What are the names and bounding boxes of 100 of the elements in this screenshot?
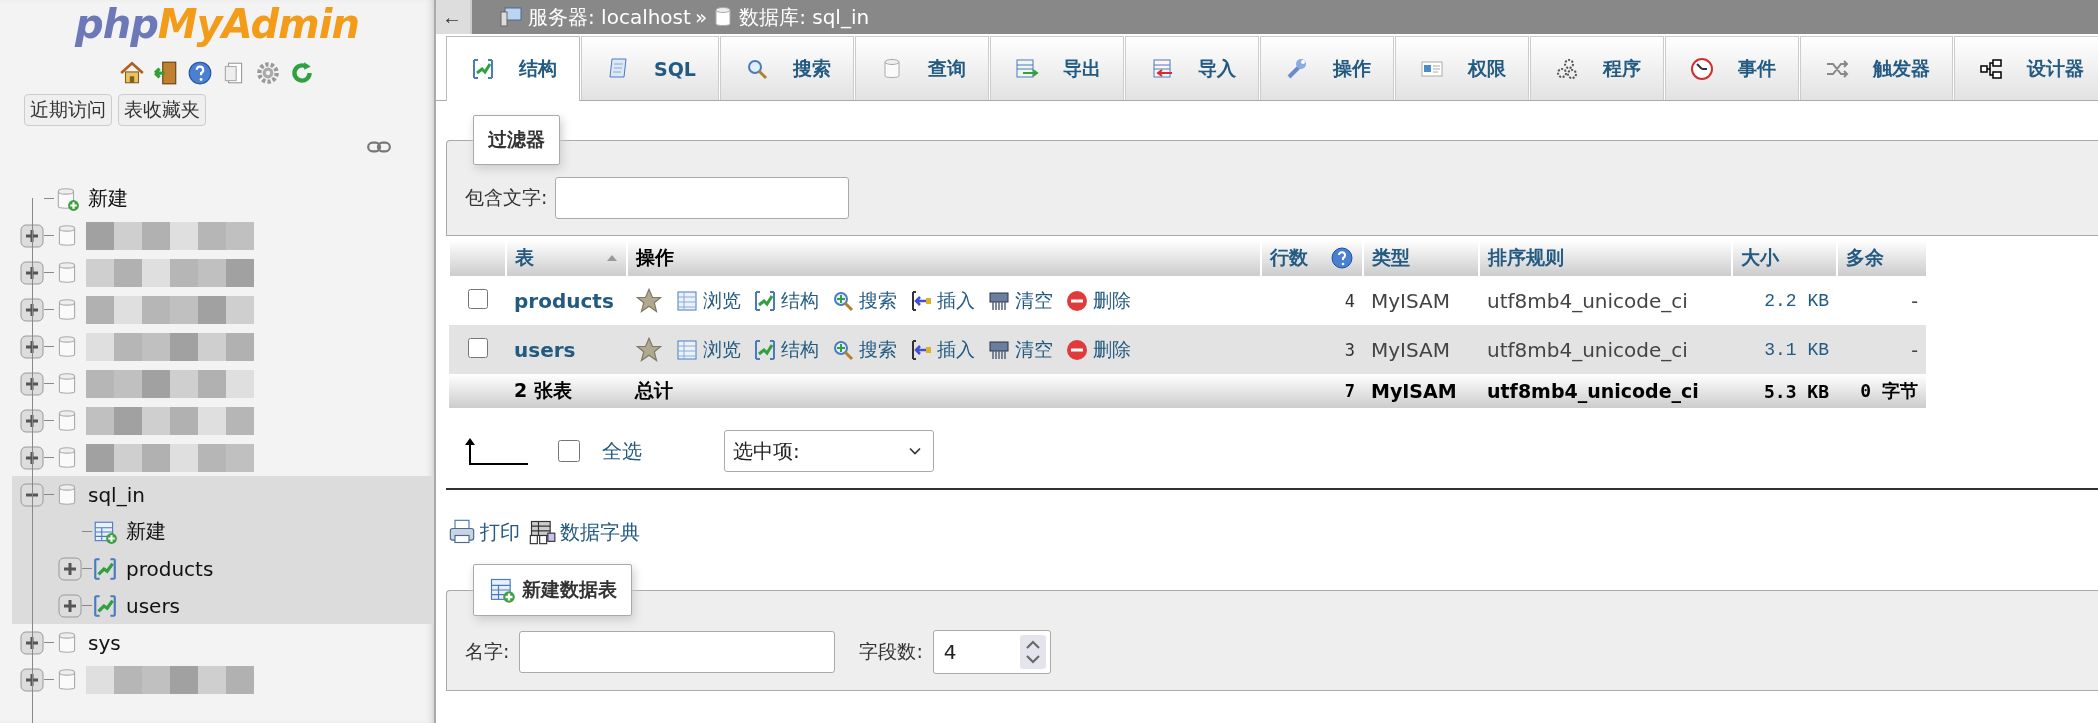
expand-button[interactable] xyxy=(20,630,44,655)
select-all-link[interactable]: 全选 xyxy=(602,437,642,465)
expand-button[interactable] xyxy=(58,556,82,581)
table-cell: 2.2 KB xyxy=(1764,290,1829,311)
diagram-icon xyxy=(1978,56,2003,81)
scroll-icon xyxy=(606,56,630,81)
tab[interactable]: 结构 xyxy=(446,36,580,101)
back-button[interactable]: ← xyxy=(436,0,472,34)
sidebar-tab-button[interactable]: 表收藏夹 xyxy=(118,94,206,126)
table-cell: 0 字节 xyxy=(1860,380,1918,401)
browse-action-link[interactable]: 浏览 xyxy=(675,336,741,363)
drop-action-link[interactable]: 删除 xyxy=(1065,287,1131,314)
table-name-field[interactable] xyxy=(519,631,836,673)
table-cell: utf8mb4_unicode_ci xyxy=(1487,337,1688,362)
tab[interactable]: 设计器 xyxy=(1953,36,2098,100)
expand-button[interactable] xyxy=(20,445,44,470)
server-icon xyxy=(498,5,524,29)
structure-icon xyxy=(753,288,777,313)
select-all-checkbox[interactable] xyxy=(558,440,580,462)
search-action-link[interactable]: 搜索 xyxy=(831,287,897,314)
insert-action-link[interactable]: 插入 xyxy=(909,287,975,314)
table-cell: 3.1 KB xyxy=(1764,339,1829,360)
collapse-button[interactable] xyxy=(20,482,44,507)
column-count-field[interactable]: 4 xyxy=(932,630,1051,674)
table-cell: 7 xyxy=(1344,381,1355,401)
row-checkbox[interactable] xyxy=(467,288,488,309)
bulk-action-dropdown[interactable]: 选中项: xyxy=(724,430,934,472)
breadcrumb-link[interactable]: 数据库: sql_in xyxy=(739,3,870,31)
table-name-link[interactable]: products xyxy=(514,288,614,313)
structure-action-link[interactable]: 结构 xyxy=(753,336,819,363)
table-cell: 5.3 KB xyxy=(1763,380,1829,402)
table-cell: 3 xyxy=(1344,339,1355,360)
spinner-icon[interactable] xyxy=(1019,635,1046,669)
expand-button[interactable] xyxy=(20,408,44,433)
insert-action-link[interactable]: 插入 xyxy=(909,336,975,363)
reload-toolbar-button[interactable] xyxy=(289,60,315,86)
tree-item[interactable]: products xyxy=(126,556,214,581)
table-structure-icon xyxy=(92,555,118,582)
structure-action-link[interactable]: 结构 xyxy=(753,287,819,314)
printer-icon xyxy=(448,518,476,546)
settings-toolbar-button[interactable] xyxy=(255,60,281,86)
breadcrumb-link[interactable]: 服务器: localhost xyxy=(528,3,691,31)
tab[interactable]: 搜索 xyxy=(719,36,854,100)
row-checkbox[interactable] xyxy=(467,337,488,358)
breadcrumb-separator: » xyxy=(694,5,708,29)
grid-icon xyxy=(675,337,699,362)
field-label: 包含文字: xyxy=(465,185,548,210)
tab[interactable]: 导入 xyxy=(1124,36,1259,100)
help-toolbar-button[interactable] xyxy=(187,60,213,86)
column-header: 操作 xyxy=(636,245,674,270)
tree-item[interactable]: sql_in xyxy=(88,482,145,507)
expand-button[interactable] xyxy=(58,593,82,618)
structure-icon xyxy=(471,57,495,81)
browse-action-link[interactable]: 浏览 xyxy=(675,287,741,314)
tab[interactable]: SQL xyxy=(581,36,719,100)
drop-action-link[interactable]: 删除 xyxy=(1065,336,1131,363)
search-action-link[interactable]: 搜索 xyxy=(831,336,897,363)
filter-text-field[interactable] xyxy=(555,177,850,219)
grid-icon xyxy=(675,288,699,313)
tab[interactable]: 触发器 xyxy=(1799,36,1953,100)
home-toolbar-button[interactable] xyxy=(119,60,145,86)
table-cell: - xyxy=(1911,289,1918,312)
exit-toolbar-button[interactable] xyxy=(153,60,179,86)
clock-icon xyxy=(1689,56,1714,81)
table-cell: MyISAM xyxy=(1371,288,1450,313)
table-cell: 4 xyxy=(1344,290,1355,311)
insert-icon xyxy=(909,288,933,313)
table-cell: MyISAM xyxy=(1371,337,1450,362)
column-header[interactable]: 表 xyxy=(515,245,534,271)
dictionary-link[interactable]: 数据字典 xyxy=(528,518,640,546)
tab[interactable]: 查询 xyxy=(854,36,989,100)
tab[interactable]: 事件 xyxy=(1664,36,1799,100)
panel-title: 过滤器 xyxy=(473,115,560,165)
tab[interactable]: 操作 xyxy=(1259,36,1394,100)
expand-button[interactable] xyxy=(20,297,44,322)
new-table-icon xyxy=(488,576,516,604)
expand-button[interactable] xyxy=(20,260,44,285)
tab[interactable]: 权限 xyxy=(1394,36,1529,100)
table-cell: MyISAM xyxy=(1371,380,1457,402)
tree-item[interactable]: sys xyxy=(88,630,121,655)
expand-button[interactable] xyxy=(20,371,44,396)
empty-action-link[interactable]: 清空 xyxy=(987,336,1053,363)
tab[interactable]: 程序 xyxy=(1529,36,1664,100)
empty-action-link[interactable]: 清空 xyxy=(987,287,1053,314)
logo-text: php xyxy=(75,2,158,46)
tree-item[interactable]: 新建 xyxy=(126,518,166,545)
expand-button[interactable] xyxy=(20,667,44,692)
total-label: 总计 xyxy=(635,379,673,401)
expand-button[interactable] xyxy=(20,334,44,359)
print-link[interactable]: 打印 xyxy=(448,518,520,546)
table-structure-icon xyxy=(92,592,118,619)
table-sheets-icon xyxy=(528,518,556,546)
favorite-button[interactable] xyxy=(635,286,663,315)
tree-item[interactable]: users xyxy=(126,593,181,618)
sidebar-tab-button[interactable]: 近期访问 xyxy=(24,94,112,126)
delete-icon xyxy=(1065,288,1089,313)
tab[interactable]: 导出 xyxy=(989,36,1124,100)
tree-item[interactable]: 新建 xyxy=(88,185,128,212)
favorite-button[interactable] xyxy=(635,335,663,364)
expand-button[interactable] xyxy=(20,223,44,248)
